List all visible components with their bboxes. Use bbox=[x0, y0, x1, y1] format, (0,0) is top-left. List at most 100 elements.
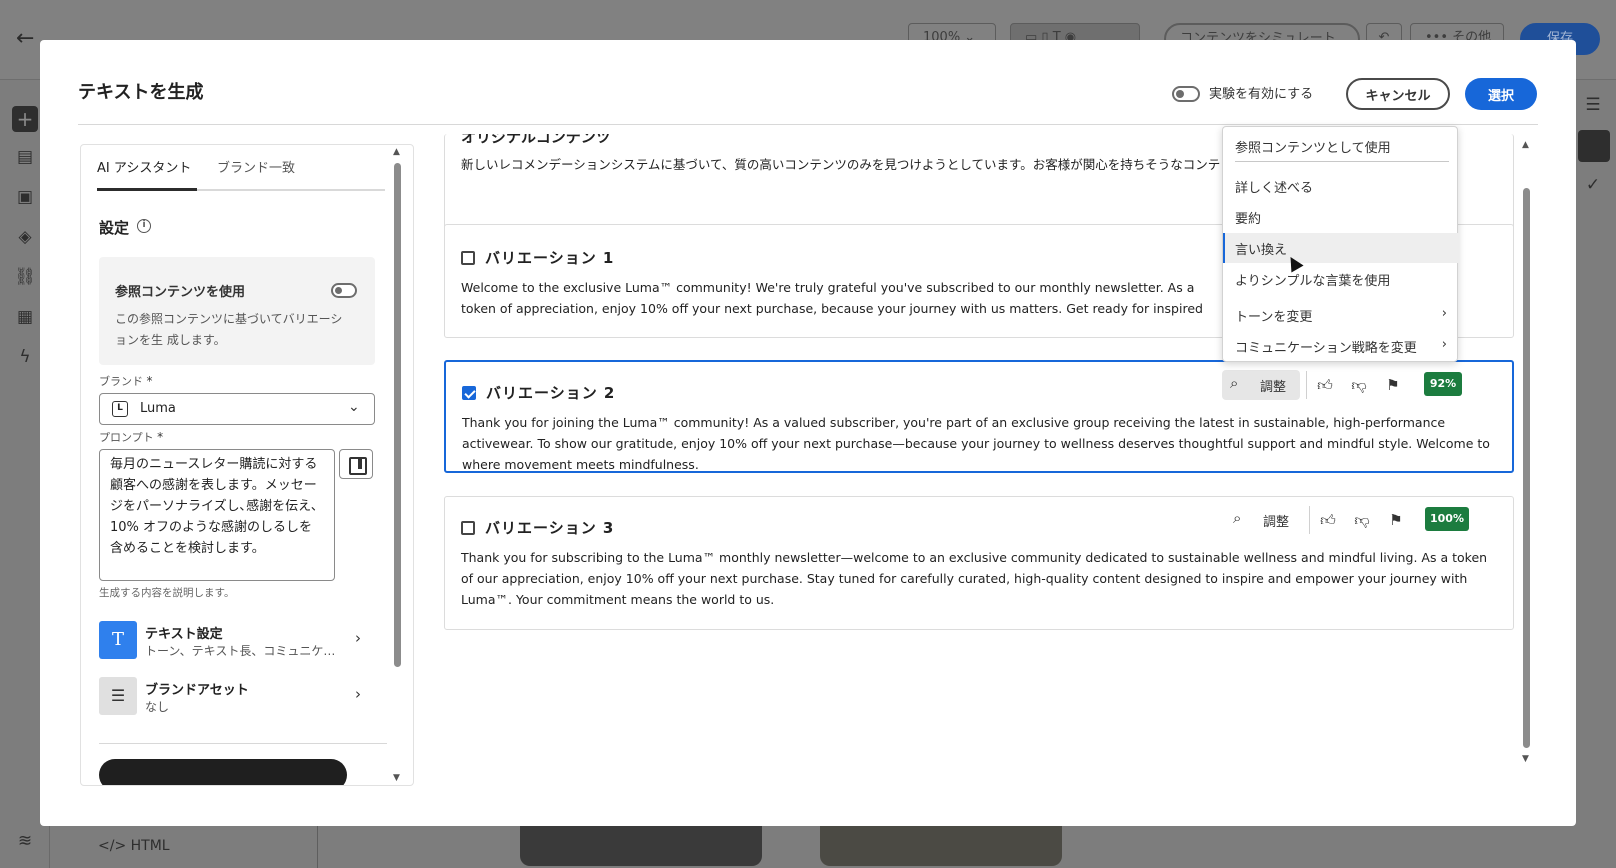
refine-menu: 参照コンテンツとして使用 詳しく述べる 要約 言い換え よりシンプルな言葉を使用… bbox=[1222, 126, 1459, 362]
database-icon: ☰ bbox=[99, 677, 137, 715]
results-scroll-up-icon[interactable]: ▲ bbox=[1522, 140, 1529, 150]
prompt-library-icon[interactable] bbox=[339, 449, 373, 479]
results-scrollbar[interactable] bbox=[1523, 188, 1530, 748]
variation-2-title: バリエーション 2 bbox=[486, 384, 616, 402]
settings-panel: AI アシスタント ブランド一致 設定 i 参照コンテンツを使用 この参照コンテ… bbox=[80, 144, 414, 786]
experiment-toggle[interactable] bbox=[1172, 86, 1200, 102]
brand-value: Luma bbox=[140, 401, 176, 416]
text-settings-icon: T bbox=[99, 621, 137, 659]
original-content-text: 新しいレコメンデーションシステムに基づいて、質の高いコンテンツのみを見つけようと… bbox=[461, 157, 1221, 172]
header-divider bbox=[78, 124, 1538, 125]
tab-ai-assistant[interactable]: AI アシスタント bbox=[97, 157, 191, 188]
select-button[interactable]: 選択 bbox=[1465, 78, 1537, 110]
brand-field-label: ブランド * bbox=[99, 373, 153, 389]
scroll-down-icon[interactable]: ▼ bbox=[393, 773, 400, 783]
menu-item-summarize[interactable]: 要約 bbox=[1223, 202, 1459, 232]
toolbar-divider bbox=[1306, 371, 1307, 399]
brand-score-badge: 100% bbox=[1425, 507, 1469, 531]
brand-check-icon[interactable]: ✓ bbox=[1580, 172, 1606, 198]
toolbar-divider bbox=[1309, 506, 1310, 534]
lightning-icon[interactable]: ϟ bbox=[12, 344, 38, 370]
refine-label: 調整 bbox=[1263, 515, 1290, 530]
flag-icon[interactable]: ⚑ bbox=[1385, 509, 1407, 531]
brand-label-text: ブランド bbox=[99, 375, 143, 388]
cancel-button[interactable]: キャンセル bbox=[1346, 78, 1450, 110]
prompt-help-text: 生成する内容を説明します。 bbox=[99, 587, 235, 599]
text-settings-subtitle: トーン、テキスト長、コミュニケーション戦略 bbox=[145, 644, 345, 658]
results-scroll-down-icon[interactable]: ▼ bbox=[1522, 754, 1529, 764]
chevron-right-icon: › bbox=[355, 685, 361, 703]
brand-assets-title: ブランドアセット bbox=[145, 683, 249, 698]
tab-active-indicator bbox=[97, 188, 197, 191]
text-settings-title: テキスト設定 bbox=[145, 627, 223, 642]
settings-sliders-icon[interactable]: ☰ bbox=[1580, 92, 1606, 118]
right-rail: ☰ ✓ bbox=[1570, 80, 1616, 868]
layers-bottom-icon[interactable]: ≋ bbox=[12, 828, 38, 854]
preview-image-1 bbox=[520, 826, 762, 866]
chevron-right-icon: › bbox=[355, 629, 361, 647]
tab-brand-alignment[interactable]: ブランド一致 bbox=[217, 157, 295, 188]
prompt-textarea[interactable]: 毎月のニュースレター購読に対する顧客への感謝を表します。メッセージをパーソナライ… bbox=[99, 449, 335, 581]
menu-item-rephrase[interactable]: 言い換え bbox=[1223, 233, 1459, 263]
panel-scrollbar[interactable] bbox=[394, 163, 401, 667]
change-tone-label: トーンを変更 bbox=[1235, 310, 1313, 325]
chevron-right-icon: › bbox=[1441, 306, 1447, 321]
variation-1-text: Welcome to the exclusive Luma™ community… bbox=[461, 280, 1203, 316]
link-icon[interactable]: ⛓ bbox=[12, 264, 38, 290]
chevron-down-icon: ⌄ bbox=[348, 399, 360, 415]
luma-logo-icon: L bbox=[112, 401, 128, 417]
menu-item-change-strategy[interactable]: コミュニケーション戦略を変更 › bbox=[1223, 331, 1459, 361]
thumbs-down-icon[interactable]: 👎︎ bbox=[1348, 374, 1370, 396]
variation-3-checkbox[interactable] bbox=[461, 521, 475, 535]
variation-card-2[interactable]: バリエーション 2 ⌕ 調整 👍︎ 👎︎ ⚑ 92% Thank you for… bbox=[444, 360, 1514, 473]
back-arrow-icon[interactable]: ← bbox=[16, 26, 42, 52]
layers-icon[interactable]: ◈ bbox=[12, 224, 38, 250]
content-icon[interactable]: ▤ bbox=[12, 144, 38, 170]
prompt-field-label: プロンプト * bbox=[99, 429, 163, 445]
reference-title: 参照コンテンツを使用 bbox=[115, 285, 246, 300]
reference-content-box: 参照コンテンツを使用 この参照コンテンツに基づいてバリエーションを生 成します。 bbox=[99, 257, 375, 365]
prompt-label-text: プロンプト bbox=[99, 431, 154, 444]
experiment-label: 実験を有効にする bbox=[1209, 87, 1314, 102]
variation-3-text: Thank you for subscribing to the Luma™ m… bbox=[461, 550, 1488, 607]
brand-select[interactable]: L Luma ⌄ bbox=[99, 393, 375, 425]
menu-item-elaborate[interactable]: 詳しく述べる bbox=[1223, 171, 1459, 201]
chevron-right-icon: › bbox=[1441, 337, 1447, 352]
add-icon[interactable]: + bbox=[12, 106, 38, 132]
menu-item-use-as-reference[interactable]: 参照コンテンツとして使用 bbox=[1223, 131, 1459, 161]
generate-button[interactable] bbox=[99, 759, 347, 785]
menu-item-simpler-language[interactable]: よりシンプルな言葉を使用 bbox=[1223, 264, 1459, 294]
reference-toggle[interactable] bbox=[331, 283, 357, 298]
original-content-title: オリジナルコンテンツ bbox=[461, 134, 611, 146]
required-mark: * bbox=[157, 430, 164, 444]
ai-assistant-rail-icon[interactable] bbox=[1578, 130, 1610, 162]
refine-button[interactable]: ⌕ 調整 bbox=[1222, 370, 1300, 400]
reference-description: この参照コンテンツに基づいてバリエーションを生 成します。 bbox=[115, 312, 343, 347]
html-component[interactable]: </> HTML bbox=[68, 824, 318, 868]
variation-card-3[interactable]: バリエーション 3 ⌕ 調整 👍︎ 👎︎ ⚑ 100% Thank you fo… bbox=[444, 496, 1514, 630]
required-mark: * bbox=[146, 374, 153, 388]
info-icon[interactable]: i bbox=[137, 219, 151, 233]
dialog-title: テキストを生成 bbox=[78, 82, 204, 103]
assets-icon[interactable]: ▣ bbox=[12, 184, 38, 210]
flag-icon[interactable]: ⚑ bbox=[1382, 374, 1404, 396]
menu-separator bbox=[1235, 161, 1449, 162]
refine-search-icon: ⌕ bbox=[1230, 374, 1239, 392]
variation-1-title: バリエーション 1 bbox=[485, 249, 615, 267]
components-icon[interactable]: ▦ bbox=[12, 304, 38, 330]
brand-assets-item[interactable]: ☰ ブランドアセット なし › bbox=[99, 677, 375, 721]
panel-divider bbox=[99, 743, 387, 744]
refine-button[interactable]: ⌕ 調整 bbox=[1225, 505, 1303, 535]
variation-2-text: Thank you for joining the Luma™ communit… bbox=[462, 415, 1490, 472]
thumbs-up-icon[interactable]: 👍︎ bbox=[1317, 509, 1339, 531]
settings-heading: 設定 bbox=[99, 219, 130, 237]
variation-2-checkbox[interactable] bbox=[462, 386, 476, 400]
variation-1-checkbox[interactable] bbox=[461, 251, 475, 265]
menu-item-change-tone[interactable]: トーンを変更 › bbox=[1223, 300, 1459, 330]
thumbs-up-icon[interactable]: 👍︎ bbox=[1314, 374, 1336, 396]
scroll-up-icon[interactable]: ▲ bbox=[393, 147, 400, 157]
text-settings-item[interactable]: T テキスト設定 トーン、テキスト長、コミュニケーション戦略 › bbox=[99, 621, 375, 665]
thumbs-down-icon[interactable]: 👎︎ bbox=[1351, 509, 1373, 531]
refine-label: 調整 bbox=[1260, 380, 1287, 395]
html-label: HTML bbox=[130, 838, 170, 854]
